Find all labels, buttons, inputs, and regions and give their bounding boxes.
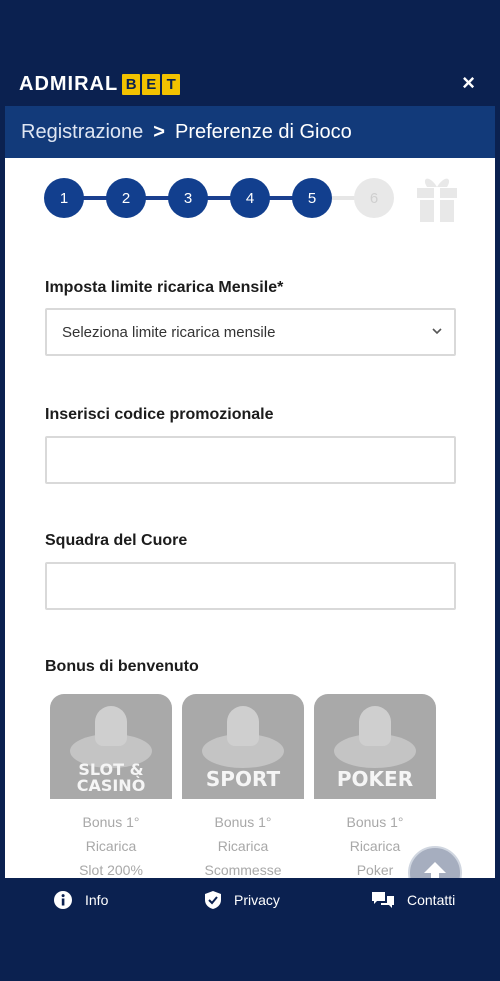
welcome-bonus-title: Bonus di benvenuto [45, 658, 199, 675]
step-3: 3 [168, 178, 208, 218]
favorite-team-label: Squadra del Cuore [45, 532, 188, 549]
monthly-limit-select[interactable]: Seleziona limite ricarica mensile [45, 308, 456, 356]
card-line-1: Bonus 1° [214, 814, 272, 830]
card-description: Bonus 1° Ricarica Slot 200% [50, 810, 172, 878]
app-frame: ADMIRAL B E T × Registrazione > Preferen… [5, 62, 495, 917]
card-line-2: Ricarica [217, 838, 269, 854]
card-line-3: Slot 200% [79, 862, 143, 878]
sport-image: SPORT [182, 694, 304, 799]
card-line-1: Bonus 1° [82, 814, 140, 830]
logo-word: ADMIRAL [19, 72, 119, 95]
monthly-limit-select-value: Seleziona limite ricarica mensile [62, 323, 276, 341]
promo-code-label: Inserisci codice promozionale [45, 406, 274, 423]
logo-letter-b: B [122, 73, 141, 95]
card-line-3: Scommesse [204, 862, 282, 878]
card-title-1: SPORT [205, 767, 281, 791]
close-button[interactable]: × [462, 70, 475, 96]
shield-icon [205, 891, 221, 909]
footer-bar: Info Privacy Contatti [5, 878, 495, 917]
slot-casino-image: SLOT & CASINÒ [50, 694, 172, 799]
poker-image: POKER [314, 694, 436, 799]
logo-letter-t: T [162, 73, 181, 95]
chat-bubbles-icon [372, 892, 394, 908]
admiralbet-logo: ADMIRAL B E T [19, 71, 182, 97]
step-4: 4 [230, 178, 270, 218]
limit-label: Imposta limite ricarica Mensile* [45, 279, 284, 296]
breadcrumb-current: Preferenze di Gioco [174, 120, 352, 143]
breadcrumb: Registrazione > Preferenze di Gioco [5, 106, 495, 158]
step-6: 6 [354, 178, 394, 218]
logo-boxes: B E T [122, 73, 182, 95]
bonus-card-sport[interactable]: SPORT Bonus 1° Ricarica Scommesse [182, 694, 304, 878]
footer-info-link[interactable]: Info [53, 890, 108, 910]
soccer-player-icon [227, 706, 259, 746]
step-2: 2 [106, 178, 146, 218]
card-line-1: Bonus 1° [346, 814, 404, 830]
breadcrumb-parent[interactable]: Registrazione [21, 121, 143, 144]
card-description: Bonus 1° Ricarica Scommesse [182, 810, 304, 878]
progress-stepper: 1 2 3 4 5 6 [44, 170, 464, 226]
logo-letter-e: E [142, 73, 161, 95]
footer-info-label: Info [85, 892, 109, 908]
chevron-right-icon: > [153, 120, 165, 143]
gift-icon [417, 178, 457, 222]
info-icon [54, 891, 72, 909]
card-title-2: CASINÒ [76, 776, 146, 795]
bonus-card-list: SLOT & CASINÒ Bonus 1° Ricarica Slot 200… [50, 694, 450, 878]
footer-contact-label: Contatti [407, 892, 456, 908]
footer-privacy-label: Privacy [234, 892, 280, 908]
step-5: 5 [292, 178, 332, 218]
step-1: 1 [44, 178, 84, 218]
card-title-1: POKER [336, 767, 414, 791]
bonus-card-poker[interactable]: POKER Bonus 1° Ricarica Poker [314, 694, 436, 878]
promo-code-input[interactable] [45, 436, 456, 484]
top-bar: ADMIRAL B E T × [5, 62, 495, 106]
chevron-down-icon [432, 328, 442, 335]
registration-form: 1 2 3 4 5 6 Imposta limite ricarica Mens… [5, 158, 495, 878]
casino-figure-icon [95, 706, 127, 746]
favorite-team-input[interactable] [45, 562, 456, 610]
footer-privacy-link[interactable]: Privacy [204, 890, 280, 910]
bonus-card-slot-casino[interactable]: SLOT & CASINÒ Bonus 1° Ricarica Slot 200… [50, 694, 172, 878]
card-line-2: Ricarica [85, 838, 137, 854]
poker-player-icon [359, 706, 391, 746]
footer-contact-link[interactable]: Contatti [371, 890, 455, 910]
